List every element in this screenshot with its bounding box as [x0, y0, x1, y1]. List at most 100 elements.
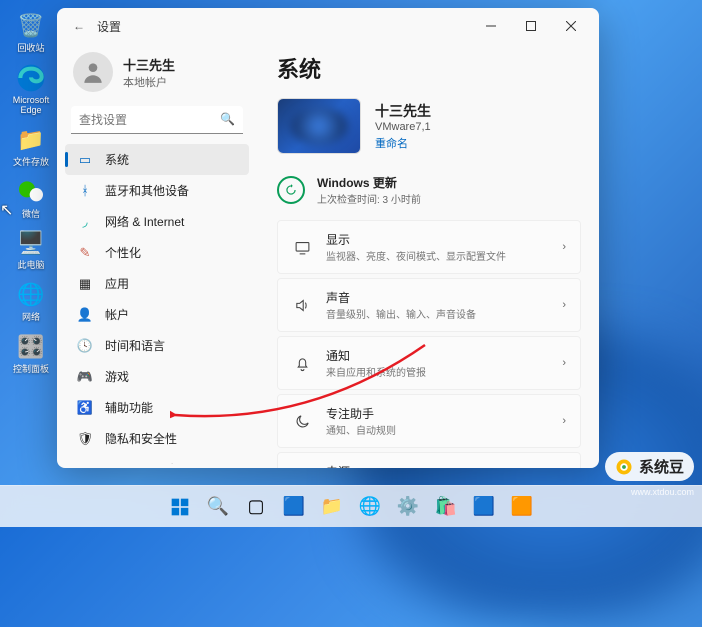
page-heading: 系统 — [277, 52, 581, 84]
taskbar-edge[interactable]: 🌐 — [353, 490, 387, 524]
taskbar-taskview[interactable]: ▢ — [239, 490, 273, 524]
game-icon: 🎮 — [77, 369, 93, 385]
update-icon: ↻ — [77, 462, 93, 465]
desktop-icon-label: 微信 — [22, 210, 40, 220]
desktop-icon-label: 文件存放 — [13, 158, 49, 168]
titlebar: ← 设置 — [57, 8, 599, 44]
card-notifications[interactable]: 通知来自应用和系统的管报 › — [277, 336, 581, 390]
nav-label: 网络 & Internet — [105, 213, 184, 230]
nav-label: Windows 更新 — [105, 461, 181, 464]
watermark-url: www.xtdou.com — [631, 487, 694, 497]
edge-icon — [15, 62, 47, 94]
start-button[interactable] — [163, 490, 197, 524]
nav-label: 应用 — [105, 275, 129, 292]
desktop-icon-edge[interactable]: Microsoft Edge — [10, 62, 52, 116]
nav-list: ▭ 系统 ᚼ 蓝牙和其他设备 ◞网络 & Internet ✎ 个性化 ▦ 应用 👤 帐户… — [61, 142, 253, 464]
card-title: 电源 — [326, 463, 548, 468]
nav-gaming[interactable]: 🎮 游戏 — [65, 361, 249, 392]
nav-label: 时间和语言 — [105, 337, 165, 354]
apps-icon: ▦ — [77, 276, 93, 292]
desktop-icon-label: 网络 — [22, 313, 40, 323]
card-sound[interactable]: 声音音量级别、输出、输入、声音设备 › — [277, 278, 581, 332]
accessibility-icon: ♿ — [77, 400, 93, 416]
card-subtitle: 来自应用和系统的管报 — [326, 364, 548, 379]
chevron-right-icon: › — [562, 357, 566, 369]
desktop-icon-this-pc[interactable]: 🖥️ 此电脑 — [10, 227, 52, 271]
taskbar-search[interactable]: 🔍 — [201, 490, 235, 524]
watermark-text: 系统豆 — [639, 456, 684, 477]
nav-accounts[interactable]: 👤 帐户 — [65, 299, 249, 330]
desktop-icon-folder[interactable]: 📁 文件存放 — [10, 124, 52, 168]
nav-privacy[interactable]: 🛡 隐私和安全性 — [65, 423, 249, 454]
desktop-icon-control-panel[interactable]: 🎛️ 控制面板 — [10, 331, 52, 375]
folder-icon: 📁 — [15, 124, 47, 156]
nav-update[interactable]: ↻ Windows 更新 — [65, 454, 249, 464]
nav-network[interactable]: ◞网络 & Internet — [65, 206, 249, 237]
minimize-button[interactable] — [471, 10, 511, 42]
nav-time-language[interactable]: 🕓时间和语言 — [65, 330, 249, 361]
nav-bluetooth[interactable]: ᚼ 蓝牙和其他设备 — [65, 175, 249, 206]
taskbar-settings[interactable]: ⚙️ — [391, 490, 425, 524]
taskbar-app1[interactable]: 🟦 — [467, 490, 501, 524]
nav-label: 游戏 — [105, 368, 129, 385]
chevron-right-icon: › — [562, 415, 566, 427]
rename-link[interactable]: 重命名 — [375, 135, 431, 151]
card-subtitle: 通知、自动规则 — [326, 422, 548, 437]
card-focus-assist[interactable]: 专注助手通知、自动规则 › — [277, 394, 581, 448]
taskbar-explorer[interactable]: 📁 — [315, 490, 349, 524]
brush-icon: ✎ — [77, 245, 93, 261]
search-input[interactable] — [71, 106, 243, 134]
taskbar-store[interactable]: 🛍️ — [429, 490, 463, 524]
desktop-icon-label: 回收站 — [17, 44, 44, 54]
watermark: 系统豆 — [605, 452, 694, 481]
desktop-icon-recycle-bin[interactable]: 🗑️ 回收站 — [10, 10, 52, 54]
desktop-icon-label: 控制面板 — [13, 365, 49, 375]
pc-model: VMware7,1 — [375, 121, 431, 133]
watermark-logo-icon — [615, 458, 633, 476]
pc-thumbnail — [277, 98, 361, 154]
card-subtitle: 音量级别、输出、输入、声音设备 — [326, 306, 548, 321]
card-title: 专注助手 — [326, 405, 548, 422]
card-title: 声音 — [326, 289, 548, 306]
moon-icon — [292, 413, 312, 430]
system-icon: ▭ — [77, 152, 93, 168]
desktop-icon-label: Microsoft Edge — [10, 96, 52, 116]
taskbar-widgets[interactable]: 🟦 — [277, 490, 311, 524]
card-title: 显示 — [326, 231, 548, 248]
content-pane: 系统 十三先生 VMware7,1 重命名 Windows 更新 上次检查时间:… — [257, 44, 599, 468]
update-status[interactable]: Windows 更新 上次检查时间: 3 小时前 — [277, 168, 581, 220]
back-button[interactable]: ← — [65, 19, 93, 33]
close-button[interactable] — [551, 10, 591, 42]
account-block[interactable]: 十三先生 本地帐户 — [61, 44, 253, 106]
nav-apps[interactable]: ▦ 应用 — [65, 268, 249, 299]
nav-accessibility[interactable]: ♿ 辅助功能 — [65, 392, 249, 423]
pc-name: 十三先生 — [375, 101, 431, 121]
nav-label: 蓝牙和其他设备 — [105, 182, 189, 199]
nav-label: 个性化 — [105, 244, 141, 261]
display-icon — [292, 239, 312, 256]
chevron-right-icon: › — [562, 299, 566, 311]
maximize-button[interactable] — [511, 10, 551, 42]
taskbar-app2[interactable]: 🟧 — [505, 490, 539, 524]
window-title: 设置 — [97, 18, 121, 35]
desktop-icon-network[interactable]: 🌐 网络 — [10, 279, 52, 323]
nav-label: 辅助功能 — [105, 399, 153, 416]
recycle-bin-icon: 🗑️ — [15, 10, 47, 42]
chevron-right-icon: › — [562, 241, 566, 253]
desktop-icon-wechat[interactable]: 微信 — [10, 176, 52, 220]
search-box[interactable]: 🔍 — [71, 106, 243, 134]
desktop-icon-label: 此电脑 — [17, 261, 44, 271]
card-display[interactable]: 显示监视器、亮度、夜间模式、显示配置文件 › — [277, 220, 581, 274]
nav-personalization[interactable]: ✎ 个性化 — [65, 237, 249, 268]
person-icon: 👤 — [77, 307, 93, 323]
update-title: Windows 更新 — [317, 174, 421, 191]
card-power[interactable]: 电源屏幕、电池使用情况、节电模式 › — [277, 452, 581, 468]
nav-label: 帐户 — [105, 306, 129, 323]
nav-label: 隐私和安全性 — [105, 430, 177, 447]
nav-label: 系统 — [105, 151, 129, 168]
search-icon: 🔍 — [220, 112, 235, 126]
shield-icon: 🛡 — [77, 431, 93, 447]
settings-window: ← 设置 十三先生 本地帐户 🔍 ▭系统 ᚼ蓝牙和其他设备 ◞网络 & — [57, 8, 599, 468]
bluetooth-icon: ᚼ — [77, 183, 93, 199]
nav-system[interactable]: ▭ 系统 — [65, 144, 249, 175]
